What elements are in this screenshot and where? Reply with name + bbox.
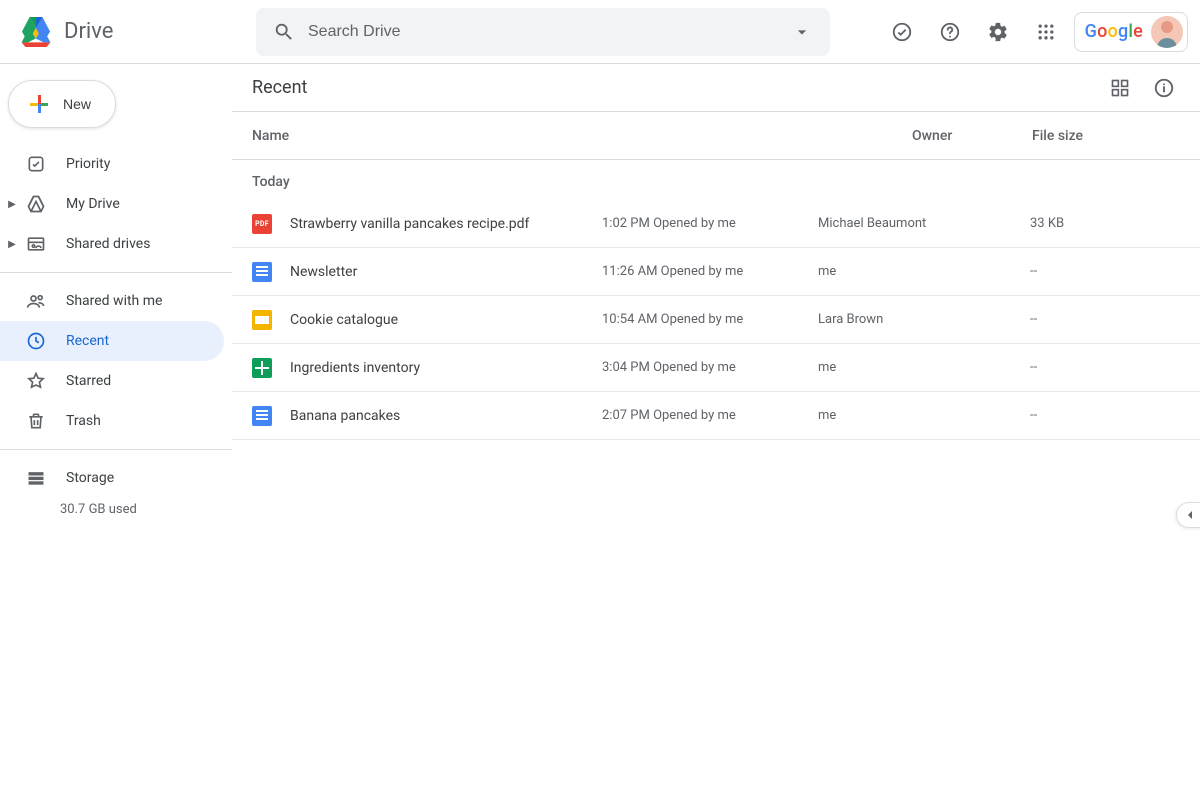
app-name: Drive	[64, 19, 113, 44]
file-size: --	[1030, 264, 1200, 279]
sidebar-item-label: Shared with me	[66, 293, 162, 309]
sidebar-item-priority[interactable]: Priority	[0, 144, 224, 184]
file-row[interactable]: Cookie catalogue10:54 AM Opened by meLar…	[232, 296, 1200, 344]
view-title: Recent	[252, 77, 307, 98]
file-row[interactable]: Ingredients inventory3:04 PM Opened by m…	[232, 344, 1200, 392]
file-time: 1:02 PM Opened by me	[602, 216, 818, 231]
doc-file-icon	[252, 406, 272, 426]
file-row[interactable]: Newsletter11:26 AM Opened by meme--	[232, 248, 1200, 296]
settings-icon[interactable]	[978, 12, 1018, 52]
nav-list: Priority ▶ My Drive ▶ Shared drives	[0, 144, 232, 264]
sidebar-item-shared-with-me[interactable]: Shared with me	[0, 281, 224, 321]
file-owner: me	[818, 264, 1030, 279]
file-time: 11:26 AM Opened by me	[602, 264, 818, 279]
new-button[interactable]: New	[8, 80, 116, 128]
starred-icon	[24, 369, 48, 393]
sidebar-item-label: Trash	[66, 413, 101, 429]
side-panel-toggle[interactable]	[1176, 502, 1200, 528]
file-size: 33 KB	[1030, 216, 1200, 231]
help-icon[interactable]	[930, 12, 970, 52]
grid-view-icon[interactable]	[1100, 68, 1140, 108]
new-button-label: New	[63, 96, 91, 112]
file-time: 10:54 AM Opened by me	[602, 312, 818, 327]
avatar-icon	[1151, 16, 1183, 48]
file-time: 2:07 PM Opened by me	[602, 408, 818, 423]
file-owner: Michael Beaumont	[818, 216, 1030, 231]
file-owner: me	[818, 408, 1030, 423]
section-label: Today	[232, 160, 1200, 200]
file-name: Banana pancakes	[290, 408, 602, 424]
file-list: PDF Strawberry vanilla pancakes recipe.pd…	[232, 200, 1200, 440]
col-size[interactable]: File size	[1032, 128, 1200, 144]
file-size: --	[1030, 408, 1200, 423]
expand-icon[interactable]: ▶	[4, 239, 20, 250]
file-time: 3:04 PM Opened by me	[602, 360, 818, 375]
recent-icon	[24, 329, 48, 353]
details-icon[interactable]	[1144, 68, 1184, 108]
offline-ready-icon[interactable]	[882, 12, 922, 52]
main: Recent Name Owner File size Today PDF Str…	[232, 64, 1200, 799]
my-drive-icon	[24, 192, 48, 216]
shared-with-me-icon	[24, 289, 48, 313]
column-headers: Name Owner File size	[232, 112, 1200, 160]
storage-icon	[24, 466, 48, 490]
sidebar-item-label: My Drive	[66, 196, 120, 212]
file-row[interactable]: PDF Strawberry vanilla pancakes recipe.pd…	[232, 200, 1200, 248]
expand-icon[interactable]: ▶	[4, 199, 20, 210]
file-size: --	[1030, 312, 1200, 327]
file-name: Newsletter	[290, 264, 602, 280]
sidebar-item-my-drive[interactable]: ▶ My Drive	[0, 184, 224, 224]
file-row[interactable]: Banana pancakes2:07 PM Opened by meme--	[232, 392, 1200, 440]
file-owner: Lara Brown	[818, 312, 1030, 327]
header-actions: Google	[882, 12, 1192, 52]
sidebar-item-label: Shared drives	[66, 236, 150, 252]
drive-logo-icon	[16, 12, 56, 52]
file-owner: me	[818, 360, 1030, 375]
col-name[interactable]: Name	[252, 128, 912, 144]
shared-drives-icon	[24, 232, 48, 256]
main-header: Recent	[232, 64, 1200, 112]
plus-icon	[27, 92, 51, 116]
search-bar[interactable]	[256, 8, 830, 56]
sidebar-item-trash[interactable]: Trash	[0, 401, 224, 441]
nav-list-2: Shared with me Recent Starred Trash	[0, 281, 232, 441]
apps-grid-icon[interactable]	[1026, 12, 1066, 52]
col-owner[interactable]: Owner	[912, 128, 1032, 144]
search-icon[interactable]	[264, 12, 304, 52]
slides-file-icon	[252, 310, 272, 330]
sidebar-item-recent[interactable]: Recent	[0, 321, 224, 361]
pdf-file-icon: PDF	[252, 214, 272, 234]
nav-list-3: Storage 30.7 GB used	[0, 458, 232, 517]
storage-used-text: 30.7 GB used	[0, 498, 224, 517]
search-options-icon[interactable]	[782, 12, 822, 52]
google-logo-text: Google	[1085, 21, 1143, 42]
file-name: Strawberry vanilla pancakes recipe.pdf	[290, 216, 602, 232]
priority-icon	[24, 152, 48, 176]
trash-icon	[24, 409, 48, 433]
sidebar-item-starred[interactable]: Starred	[0, 361, 224, 401]
sidebar-item-label: Priority	[66, 156, 110, 172]
sidebar-item-storage[interactable]: Storage	[0, 458, 224, 498]
sidebar-item-label: Storage	[66, 470, 114, 486]
sidebar-item-label: Recent	[66, 333, 109, 349]
file-name: Ingredients inventory	[290, 360, 602, 376]
file-size: --	[1030, 360, 1200, 375]
sidebar-item-label: Starred	[66, 373, 111, 389]
search-input[interactable]	[304, 23, 782, 41]
header: Drive Google	[0, 0, 1200, 64]
sidebar-item-shared-drives[interactable]: ▶ Shared drives	[0, 224, 224, 264]
sidebar: New Priority ▶ My Drive ▶ Shared drives …	[0, 64, 232, 799]
account-chip[interactable]: Google	[1074, 12, 1188, 52]
search-wrap	[256, 8, 830, 56]
doc-file-icon	[252, 262, 272, 282]
sheets-file-icon	[252, 358, 272, 378]
logo-block[interactable]: Drive	[16, 12, 248, 52]
file-name: Cookie catalogue	[290, 312, 602, 328]
